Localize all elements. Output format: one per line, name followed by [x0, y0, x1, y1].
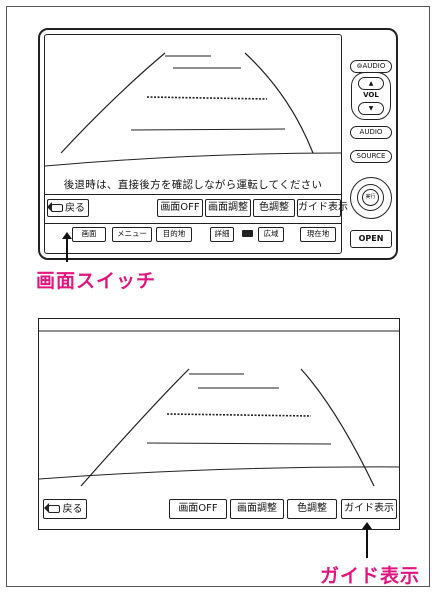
wide-button[interactable]: 広域	[258, 227, 284, 242]
screen-adjust-button[interactable]: 画面調整	[205, 199, 251, 217]
screen-button-row: 戻る 画面OFF 画面調整 色調整 ガイド表示	[47, 199, 348, 217]
back-arrow-icon	[43, 503, 60, 513]
rear-camera-screen: 後退時は、直接後方を確認しながら運転してください	[45, 35, 341, 195]
guide-display-button-2[interactable]: ガイド表示	[341, 499, 397, 519]
hard-menu-row: 画面 メニュー 目的地 詳細 広域 現在地	[44, 223, 342, 245]
back-button-label: 戻る	[65, 202, 85, 214]
current-location-button[interactable]: 現在地	[300, 227, 336, 242]
audio-button[interactable]: AUDIO	[350, 126, 392, 139]
pointer-arrow-icon	[362, 522, 372, 558]
back-button-2-label: 戻る	[62, 503, 83, 515]
color-adjust-button[interactable]: 色調整	[253, 199, 295, 217]
volume-down-button[interactable]: ▼	[358, 102, 384, 115]
screen-off-button-2[interactable]: 画面OFF	[169, 499, 227, 519]
menu-button[interactable]: メニュー	[112, 227, 152, 242]
guide-display-button[interactable]: ガイド表示	[297, 199, 348, 217]
destination-button[interactable]: 目的地	[156, 227, 192, 242]
back-button[interactable]: 戻る	[47, 199, 89, 217]
volume-up-button[interactable]: ▲	[358, 77, 384, 90]
jog-knob-icon[interactable]: 実行	[350, 177, 392, 219]
camera-icon	[241, 229, 253, 237]
source-button[interactable]: SOURCE	[350, 150, 392, 163]
color-adjust-button-2[interactable]: 色調整	[287, 499, 337, 519]
screen-switch-callout: 画面スイッチ	[36, 270, 157, 292]
screen-switch-button[interactable]: 画面	[72, 227, 106, 242]
side-control-panel: ⊚AUDIO ▲ VOL ▼ AUDIO SOURCE 実行 OPEN	[346, 30, 396, 258]
detail-button[interactable]: 詳細	[210, 227, 234, 242]
back-button-2[interactable]: 戻る	[43, 499, 87, 519]
display-bezel: 後退時は、直接後方を確認しながら運転してください 戻る 画面OFF 画面調整 色…	[44, 34, 348, 254]
screen2-button-row: 戻る 画面OFF 画面調整 色調整 ガイド表示	[41, 499, 397, 521]
rear-camera-screen-2: 戻る 画面OFF 画面調整 色調整 ガイド表示	[38, 318, 400, 530]
pointer-arrow-icon	[62, 232, 72, 262]
rear-view-guide-lines	[45, 52, 341, 167]
volume-rocker: ▲ VOL ▼	[351, 72, 391, 120]
camera-button[interactable]	[238, 227, 256, 242]
safety-warning-text: 後退時は、直接後方を確認しながら運転してください	[63, 179, 323, 191]
back-arrow-icon	[47, 202, 63, 212]
navigation-head-unit: 後退時は、直接後方を確認しながら運転してください 戻る 画面OFF 画面調整 色…	[38, 28, 398, 260]
screen-off-button[interactable]: 画面OFF	[157, 199, 203, 217]
screen-adjust-button-2[interactable]: 画面調整	[230, 499, 284, 519]
knob-center-button[interactable]: 実行	[362, 189, 379, 206]
guide-display-callout: ガイド表示	[320, 565, 421, 587]
open-button[interactable]: OPEN	[350, 230, 392, 248]
volume-label: VOL	[363, 91, 379, 99]
